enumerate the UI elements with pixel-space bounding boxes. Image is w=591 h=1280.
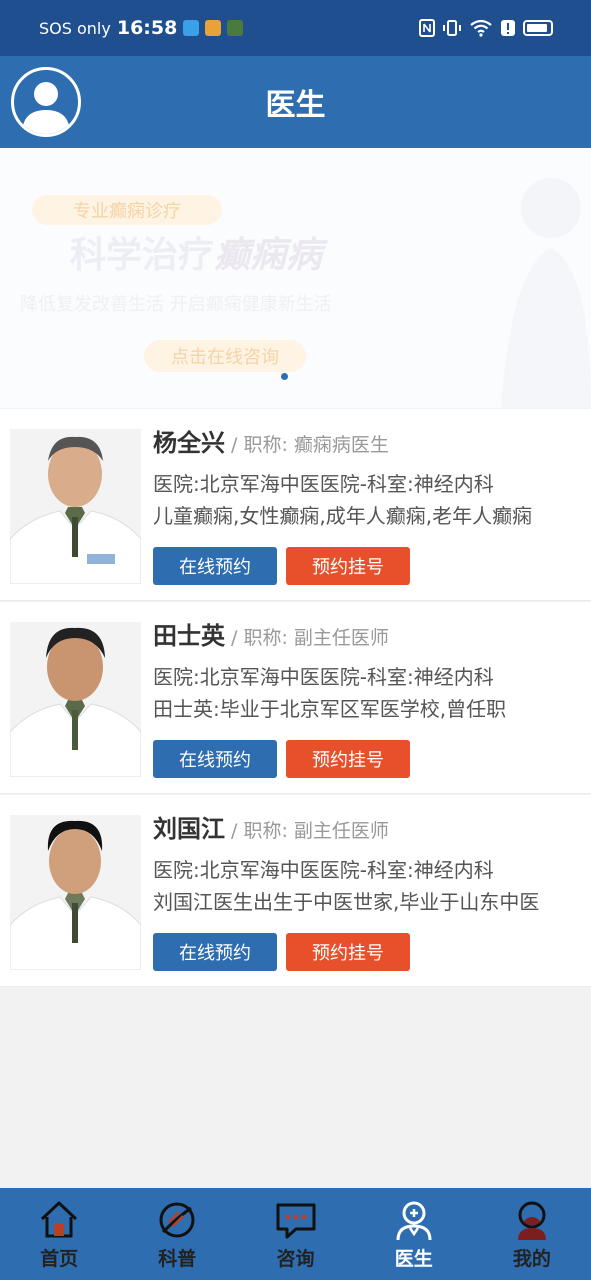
appointment-register-button[interactable]: 预约挂号 bbox=[286, 933, 410, 971]
app-header: 医生 bbox=[0, 56, 591, 148]
vibrate-icon bbox=[443, 20, 461, 36]
nfc-icon bbox=[419, 19, 435, 37]
doctor-description: 刘国江医生出生于中医世家,毕业于山东中医 bbox=[153, 890, 540, 914]
signal-alert-icon bbox=[501, 20, 515, 36]
doctor-portrait bbox=[10, 622, 141, 777]
doctor-name: 刘国江 bbox=[153, 815, 225, 843]
banner-headline-emphasis: 癫痫病 bbox=[214, 235, 323, 276]
nav-item-mine[interactable]: 我的 bbox=[473, 1188, 591, 1280]
status-right bbox=[419, 19, 553, 37]
banner-subline: 降低复发改善生活 开启癫痫健康新生活 bbox=[20, 294, 332, 315]
nav-item-science[interactable]: 科普 bbox=[118, 1188, 236, 1280]
doctor-hospital: 医院:北京军海中医医院-科室:神经内科 bbox=[153, 858, 494, 882]
doctor-title-label: / 职称: bbox=[231, 627, 288, 649]
chat-icon bbox=[276, 1203, 315, 1239]
doctor-description: 田士英:毕业于北京军区军医学校,曾任职 bbox=[153, 697, 507, 721]
doctor-list: 杨全兴 / 职称: 癫痫病医生 医院:北京军海中医医院-科室:神经内科 儿童癫痫… bbox=[0, 409, 591, 987]
wifi-icon bbox=[470, 19, 492, 37]
doctor-title: 癫痫病医生 bbox=[293, 434, 389, 456]
banner-headline: 科学治疗癫痫病 bbox=[70, 226, 322, 278]
carousel-indicator bbox=[281, 373, 288, 380]
doctor-portrait bbox=[10, 815, 141, 970]
online-booking-button[interactable]: 在线预约 bbox=[153, 547, 277, 585]
doctor-card[interactable]: 田士英 / 职称: 副主任医师 医院:北京军海中医医院-科室:神经内科 田士英:… bbox=[0, 602, 591, 794]
doctor-card[interactable]: 刘国江 / 职称: 副主任医师 医院:北京军海中医医院-科室:神经内科 刘国江医… bbox=[0, 795, 591, 987]
nav-item-consult[interactable]: 咨询 bbox=[236, 1188, 354, 1280]
battery-icon bbox=[523, 20, 553, 36]
banner-tag-top: 专业癫痫诊疗 bbox=[32, 195, 222, 225]
doctor-header: 田士英 / 职称: 副主任医师 bbox=[153, 616, 389, 651]
nav-label: 科普 bbox=[158, 1248, 197, 1270]
bottom-nav: 首页 科普 咨询 医生 我的 bbox=[0, 1188, 591, 1280]
online-booking-button[interactable]: 在线预约 bbox=[153, 740, 277, 778]
appointment-register-button[interactable]: 预约挂号 bbox=[286, 547, 410, 585]
doctor-title-label: / 职称: bbox=[231, 434, 288, 456]
doctor-title: 副主任医师 bbox=[293, 820, 389, 842]
user-avatar-icon bbox=[22, 82, 70, 134]
doctor-name: 田士英 bbox=[153, 622, 225, 650]
nav-label: 医生 bbox=[394, 1248, 433, 1270]
nav-label: 首页 bbox=[40, 1248, 79, 1270]
appointment-register-button[interactable]: 预约挂号 bbox=[286, 740, 410, 778]
status-time: 16:58 bbox=[116, 17, 178, 39]
doctor-portrait bbox=[10, 429, 141, 584]
banner-doctor-illustration bbox=[501, 178, 591, 408]
doctor-photo bbox=[10, 429, 141, 584]
carrier-text: SOS only bbox=[39, 18, 111, 38]
profile-icon bbox=[517, 1201, 546, 1240]
doctor-header: 刘国江 / 职称: 副主任医师 bbox=[153, 809, 389, 844]
app-notification-icon bbox=[227, 20, 244, 36]
status-left: SOS only 16:58 bbox=[39, 17, 244, 39]
nav-label: 我的 bbox=[512, 1248, 551, 1270]
status-bar: SOS only 16:58 bbox=[0, 0, 591, 56]
nav-item-doctor[interactable]: 医生 bbox=[355, 1188, 473, 1280]
doctor-photo bbox=[10, 815, 141, 970]
home-icon bbox=[41, 1201, 78, 1238]
doctor-icon bbox=[396, 1201, 432, 1241]
nav-item-home[interactable]: 首页 bbox=[0, 1188, 118, 1280]
app-notification-icon bbox=[205, 20, 222, 36]
doctor-name: 杨全兴 bbox=[153, 429, 225, 457]
doctor-photo bbox=[10, 622, 141, 777]
banner-cta[interactable]: 点击在线咨询 bbox=[144, 340, 306, 372]
doctor-description: 儿童癫痫,女性癫痫,成年人癫痫,老年人癫痫 bbox=[153, 504, 533, 528]
online-booking-button[interactable]: 在线预约 bbox=[153, 933, 277, 971]
doctor-card[interactable]: 杨全兴 / 职称: 癫痫病医生 医院:北京军海中医医院-科室:神经内科 儿童癫痫… bbox=[0, 409, 591, 601]
doctor-title: 副主任医师 bbox=[293, 627, 389, 649]
banner-headline-prefix: 科学治疗 bbox=[70, 235, 215, 276]
promo-banner[interactable]: 专业癫痫诊疗 科学治疗癫痫病 降低复发改善生活 开启癫痫健康新生活 点击在线咨询 bbox=[0, 148, 591, 408]
nav-label: 咨询 bbox=[276, 1248, 315, 1270]
doctor-title-label: / 职称: bbox=[231, 820, 288, 842]
science-icon bbox=[159, 1202, 195, 1238]
doctor-hospital: 医院:北京军海中医医院-科室:神经内科 bbox=[153, 472, 494, 496]
doctor-header: 杨全兴 / 职称: 癫痫病医生 bbox=[153, 423, 389, 458]
doctor-hospital: 医院:北京军海中医医院-科室:神经内科 bbox=[153, 665, 494, 689]
user-avatar[interactable] bbox=[11, 67, 81, 137]
page-title: 医生 bbox=[265, 88, 326, 123]
app-notification-icon bbox=[183, 20, 200, 36]
